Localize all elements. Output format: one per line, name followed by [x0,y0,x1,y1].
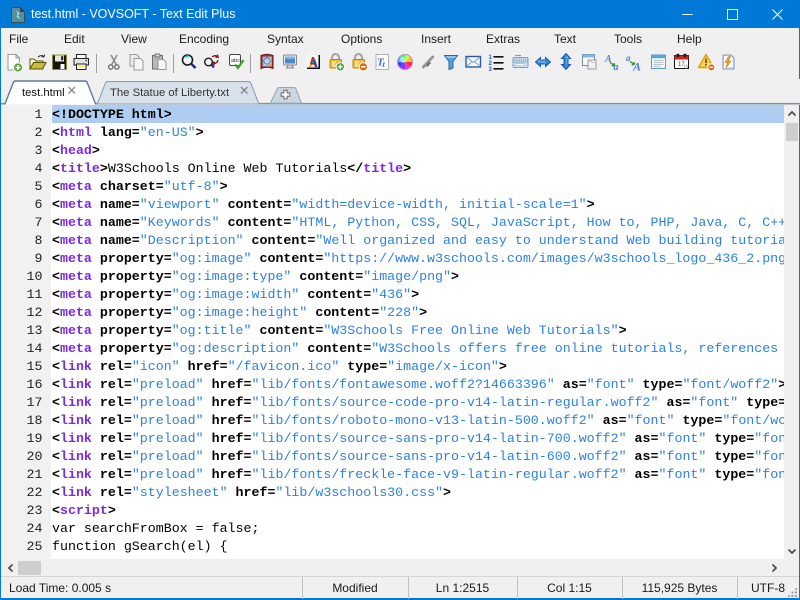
svg-text:3: 3 [489,67,493,73]
svg-text:abc: abc [231,58,240,64]
svg-text:A: A [632,60,641,74]
svg-text:test.html: test.html [22,87,65,99]
svg-text:The Statue of Liberty.txt: The Statue of Liberty.txt [110,87,230,99]
